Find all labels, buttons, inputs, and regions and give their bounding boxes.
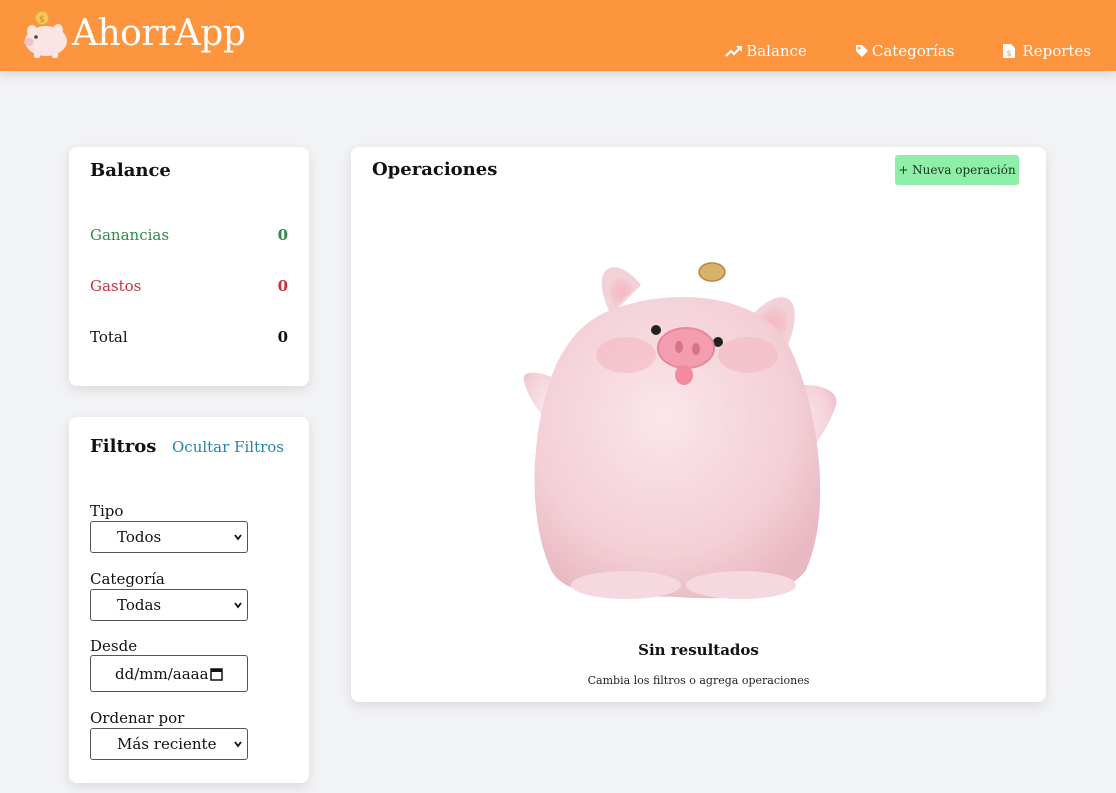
nav-balance[interactable]: Balance: [725, 42, 807, 60]
report-icon: $: [1003, 44, 1016, 58]
operations-title: Operaciones: [372, 159, 498, 180]
balance-row-total: Total 0: [90, 328, 288, 346]
desde-date-input[interactable]: dd/mm/aaaa: [90, 655, 248, 692]
brand[interactable]: $ AhorrApp: [22, 9, 246, 59]
nav-reportes[interactable]: $ Reportes: [1002, 42, 1091, 60]
categoria-select[interactable]: Todas: [90, 589, 248, 621]
filters-title: Filtros: [90, 436, 157, 457]
hide-filters-link[interactable]: Ocultar Filtros: [172, 438, 284, 456]
desde-label: Desde: [90, 637, 138, 655]
main-nav: Balance Categorías $ Reportes: [725, 42, 1091, 60]
top-navbar: $ AhorrApp Balance Categorías $ Reportes: [0, 0, 1116, 71]
empty-state-title: Sin resultados: [638, 641, 759, 659]
empty-state-subtitle: Cambia los filtros o agrega operaciones: [587, 674, 810, 687]
desde-date-placeholder: dd/mm/aaaa: [115, 664, 209, 683]
total-value: 0: [277, 328, 288, 346]
new-operation-button[interactable]: + Nueva operación: [895, 155, 1019, 185]
tipo-select-value: Todos: [117, 528, 162, 546]
nav-balance-label: Balance: [746, 42, 807, 60]
ordenar-select[interactable]: Más reciente: [90, 728, 248, 760]
app-title: AhorrApp: [72, 13, 246, 54]
tipo-select[interactable]: Todos: [90, 521, 248, 553]
ordenar-select-value: Más reciente: [117, 735, 217, 753]
filters-card: Filtros Ocultar Filtros Tipo Todos Categ…: [69, 417, 309, 783]
ganancias-value: 0: [277, 226, 288, 244]
balance-card: Balance Ganancias 0 Gastos 0 Total 0: [69, 147, 309, 386]
nav-categorias[interactable]: Categorías: [855, 42, 955, 60]
svg-text:$: $: [1007, 49, 1012, 58]
ganancias-label: Ganancias: [90, 226, 170, 244]
svg-text:$: $: [39, 15, 45, 25]
balance-row-ganancias: Ganancias 0: [90, 226, 288, 244]
chevron-down-icon: [234, 534, 242, 541]
piggy-bank-logo-icon: $: [22, 9, 70, 59]
balance-title: Balance: [90, 160, 171, 181]
categoria-select-value: Todas: [117, 596, 162, 614]
ordenar-label: Ordenar por: [90, 709, 185, 727]
gastos-label: Gastos: [90, 277, 142, 295]
gastos-value: 0: [277, 277, 288, 295]
calendar-icon[interactable]: [210, 667, 223, 681]
total-label: Total: [90, 328, 128, 346]
chevron-down-icon: [234, 741, 242, 748]
operations-card: Operaciones + Nueva operación Sin result…: [351, 147, 1046, 702]
empty-state-pig-illustration: [523, 262, 837, 599]
nav-reportes-label: Reportes: [1022, 42, 1091, 60]
nav-categorias-label: Categorías: [871, 42, 955, 60]
tipo-label: Tipo: [90, 502, 124, 520]
chevron-down-icon: [234, 602, 242, 609]
categoria-label: Categoría: [90, 570, 165, 588]
trend-up-icon: [725, 46, 743, 57]
balance-row-gastos: Gastos 0: [90, 277, 288, 295]
tag-icon: [855, 45, 868, 57]
